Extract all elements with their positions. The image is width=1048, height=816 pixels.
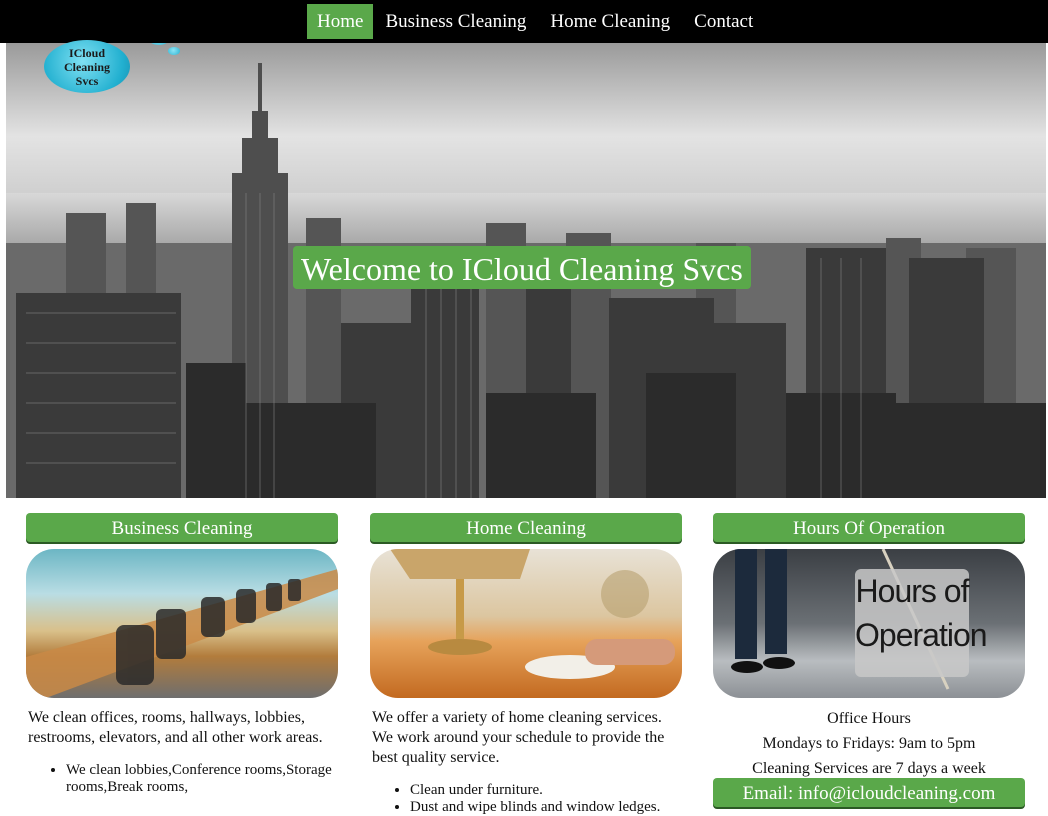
- nav-home[interactable]: Home: [307, 4, 374, 39]
- home-cleaning-description: We offer a variety of home cleaning serv…: [372, 709, 665, 766]
- hours-heading: Hours Of Operation: [713, 513, 1025, 542]
- email-button[interactable]: Email: info@icloudcleaning.com: [713, 778, 1025, 807]
- business-cleaning-list: We clean lobbies,Conference rooms,Storag…: [26, 762, 338, 796]
- business-cleaning-heading: Business Cleaning: [26, 513, 338, 542]
- home-cleaning-section: Home Cleaning We offer a variety of home…: [370, 513, 682, 816]
- weekday-hours: Mondays to Fridays: 9am to 5pm: [762, 735, 976, 752]
- hero-banner: Welcome to ICloud Cleaning Svcs: [6, 43, 1046, 498]
- site-logo[interactable]: ICloud Cleaning Svcs: [44, 40, 130, 93]
- home-cleaning-list: Clean under furniture. Dust and wipe bli…: [370, 782, 682, 816]
- list-item: Clean under furniture.: [410, 782, 682, 799]
- list-item: Dust and wipe blinds and window ledges.: [410, 799, 682, 816]
- office-hours-label: Office Hours: [827, 710, 911, 727]
- hours-info: Office Hours Mondays to Fridays: 9am to …: [713, 706, 1025, 781]
- home-cleaning-heading: Home Cleaning: [370, 513, 682, 542]
- main-nav: Home Business Cleaning Home Cleaning Con…: [307, 4, 765, 39]
- logo-bubble-icon: [168, 47, 180, 55]
- home-cleaning-image: [370, 549, 682, 698]
- hours-sign: Hours of Operation: [855, 569, 988, 677]
- nav-contact[interactable]: Contact: [682, 4, 765, 39]
- business-cleaning-section: Business Cleaning We clean offices, room…: [26, 513, 338, 796]
- nav-home-cleaning[interactable]: Home Cleaning: [538, 4, 682, 39]
- conference-room-image: [26, 549, 338, 698]
- list-item: We clean lobbies,Conference rooms,Storag…: [66, 762, 338, 796]
- nav-business-cleaning[interactable]: Business Cleaning: [373, 4, 538, 39]
- hero-headline: Welcome to ICloud Cleaning Svcs: [293, 246, 751, 289]
- hours-section: Hours Of Operation Hours of Operation Of…: [713, 513, 1025, 781]
- top-nav-bar: Home Business Cleaning Home Cleaning Con…: [0, 0, 1048, 43]
- hours-image: Hours of Operation: [713, 549, 1025, 698]
- business-cleaning-description: We clean offices, rooms, hallways, lobbi…: [28, 709, 323, 746]
